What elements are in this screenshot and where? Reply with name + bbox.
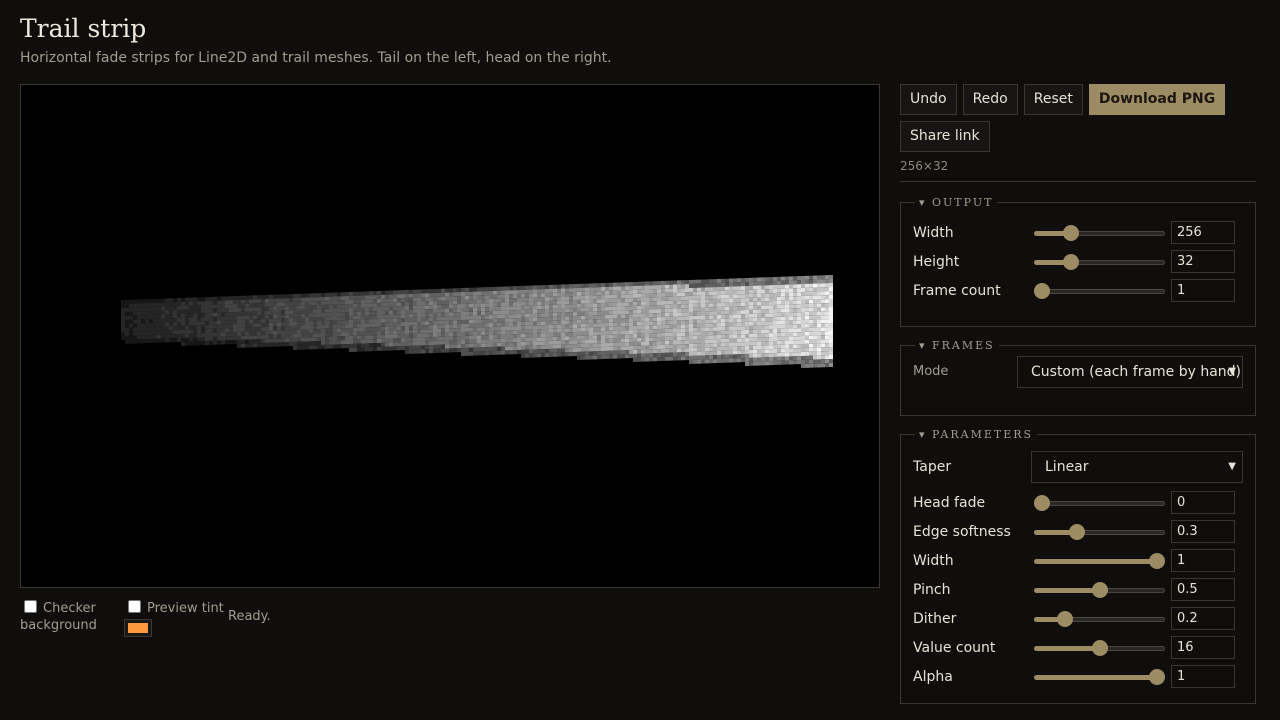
chevron-down-icon: ▼: [1228, 461, 1236, 472]
divider: [900, 181, 1256, 182]
param-edge-softness-input[interactable]: 0.3: [1171, 520, 1235, 543]
param-edge-softness-label: Edge softness: [913, 524, 1011, 540]
mode-select[interactable]: Custom (each frame by hand) ▼: [1017, 356, 1243, 388]
slider-thumb[interactable]: [1062, 225, 1079, 241]
reset-button[interactable]: Reset: [1023, 84, 1083, 115]
download-png-button[interactable]: Download PNG: [1088, 84, 1226, 115]
tint-checkbox[interactable]: [128, 600, 141, 613]
control-panel: Undo Redo Reset Download PNG Share link …: [900, 84, 1256, 704]
slider-thumb[interactable]: [1091, 640, 1108, 656]
param-value-count-slider[interactable]: [1034, 640, 1165, 656]
mode-select-value: Custom (each frame by hand): [1031, 364, 1242, 380]
toolbar: Undo Redo Reset Download PNG: [900, 84, 1256, 115]
output-frame-count-label: Frame count: [913, 283, 1001, 299]
output-legend[interactable]: ▾ OUTPUT: [915, 196, 997, 209]
output-frame-count-slider[interactable]: [1034, 283, 1165, 299]
param-value-count-label: Value count: [913, 640, 996, 656]
param-alpha-label: Alpha: [913, 669, 953, 685]
output-height-label: Height: [913, 254, 960, 270]
tint-color-swatch: [128, 623, 148, 633]
param-dither-slider[interactable]: [1034, 611, 1165, 627]
param-edge-softness-row: Edge softness 0.3: [913, 518, 1243, 547]
slider-thumb[interactable]: [1034, 283, 1050, 299]
param-pinch-row: Pinch 0.5: [913, 576, 1243, 605]
taper-select[interactable]: Linear ▼: [1031, 451, 1243, 483]
undo-button[interactable]: Undo: [900, 84, 957, 115]
output-width-slider[interactable]: [1034, 225, 1165, 241]
slider-fill: [1034, 646, 1100, 651]
slider-fill: [1034, 588, 1100, 593]
slider-thumb[interactable]: [1091, 582, 1108, 598]
param-value-count-input[interactable]: 16: [1171, 636, 1235, 659]
param-alpha-row: Alpha 1: [913, 663, 1243, 692]
param-pinch-input[interactable]: 0.5: [1171, 578, 1235, 601]
param-width-label: Width: [913, 553, 954, 569]
chevron-down-icon: ▼: [1228, 366, 1236, 377]
param-head-fade-row: Head fade 0: [913, 489, 1243, 518]
toolbar-row-2: Share link: [900, 121, 1256, 152]
output-height-row: Height 32: [913, 248, 1243, 277]
output-rows: Width 256 Height 32 Frame count 1: [913, 219, 1243, 306]
redo-button[interactable]: Redo: [962, 84, 1018, 115]
slider-thumb[interactable]: [1034, 495, 1050, 511]
parameters-legend[interactable]: ▾ PARAMETERS: [915, 428, 1037, 441]
output-frame-count-row: Frame count 1: [913, 277, 1243, 306]
preview-controls: Checker background Preview tint Ready.: [20, 600, 880, 640]
param-width-row: Width 1: [913, 547, 1243, 576]
param-width-input[interactable]: 1: [1171, 549, 1235, 572]
param-head-fade-input[interactable]: 0: [1171, 491, 1235, 514]
checker-checkbox[interactable]: [24, 600, 37, 613]
status-text: Ready.: [228, 609, 271, 624]
mode-label: Mode: [913, 364, 949, 379]
slider-track: [1034, 501, 1165, 506]
param-width-slider[interactable]: [1034, 553, 1165, 569]
parameter-rows: Head fade 0 Edge softness 0.3 Width 1 Pinch 0.5…: [913, 489, 1243, 692]
param-pinch-slider[interactable]: [1034, 582, 1165, 598]
output-section: ▾ OUTPUT Width 256 Height 32 Frame count 1: [900, 196, 1256, 327]
output-frame-count-input[interactable]: 1: [1171, 279, 1235, 302]
slider-thumb[interactable]: [1062, 254, 1079, 270]
output-width-input[interactable]: 256: [1171, 221, 1235, 244]
param-dither-row: Dither 0.2: [913, 605, 1243, 634]
slider-thumb[interactable]: [1149, 553, 1165, 569]
taper-row: Taper Linear ▼: [913, 451, 1243, 489]
tint-label: Preview tint: [147, 601, 224, 616]
output-height-slider[interactable]: [1034, 254, 1165, 270]
slider-thumb[interactable]: [1057, 611, 1073, 627]
param-alpha-slider[interactable]: [1034, 669, 1165, 685]
slider-thumb[interactable]: [1068, 524, 1085, 540]
slider-fill: [1034, 559, 1157, 564]
output-width-row: Width 256: [913, 219, 1243, 248]
output-width-label: Width: [913, 225, 954, 241]
param-alpha-input[interactable]: 1: [1171, 665, 1235, 688]
taper-label: Taper: [913, 459, 952, 475]
slider-thumb[interactable]: [1149, 669, 1165, 685]
frames-mode-row: Mode Custom (each frame by hand) ▼: [913, 356, 1243, 390]
share-link-button[interactable]: Share link: [900, 121, 990, 152]
param-value-count-row: Value count 16: [913, 634, 1243, 663]
param-edge-softness-slider[interactable]: [1034, 524, 1165, 540]
taper-select-value: Linear: [1045, 459, 1089, 475]
frames-legend[interactable]: ▾ FRAMES: [915, 339, 999, 352]
page-title: Trail strip: [20, 14, 147, 43]
frames-section: ▾ FRAMES Mode Custom (each frame by hand…: [900, 339, 1256, 416]
parameters-section: ▾ PARAMETERS Taper Linear ▼ Head fade 0 Ed…: [900, 428, 1256, 704]
slider-track: [1034, 289, 1165, 294]
param-dither-label: Dither: [913, 611, 957, 627]
param-head-fade-slider[interactable]: [1034, 495, 1165, 511]
output-dimensions: 256×32: [900, 159, 949, 173]
param-pinch-label: Pinch: [913, 582, 951, 598]
param-head-fade-label: Head fade: [913, 495, 986, 511]
param-dither-input[interactable]: 0.2: [1171, 607, 1235, 630]
slider-fill: [1034, 675, 1157, 680]
preview-canvas: [20, 84, 880, 588]
tint-color-picker[interactable]: [124, 619, 152, 637]
output-height-input[interactable]: 32: [1171, 250, 1235, 273]
checker-toggle[interactable]: Checker background: [20, 600, 120, 634]
tint-control: Preview tint: [124, 600, 224, 637]
page-subtitle: Horizontal fade strips for Line2D and tr…: [20, 50, 612, 66]
trail-strip-preview: [121, 275, 833, 368]
